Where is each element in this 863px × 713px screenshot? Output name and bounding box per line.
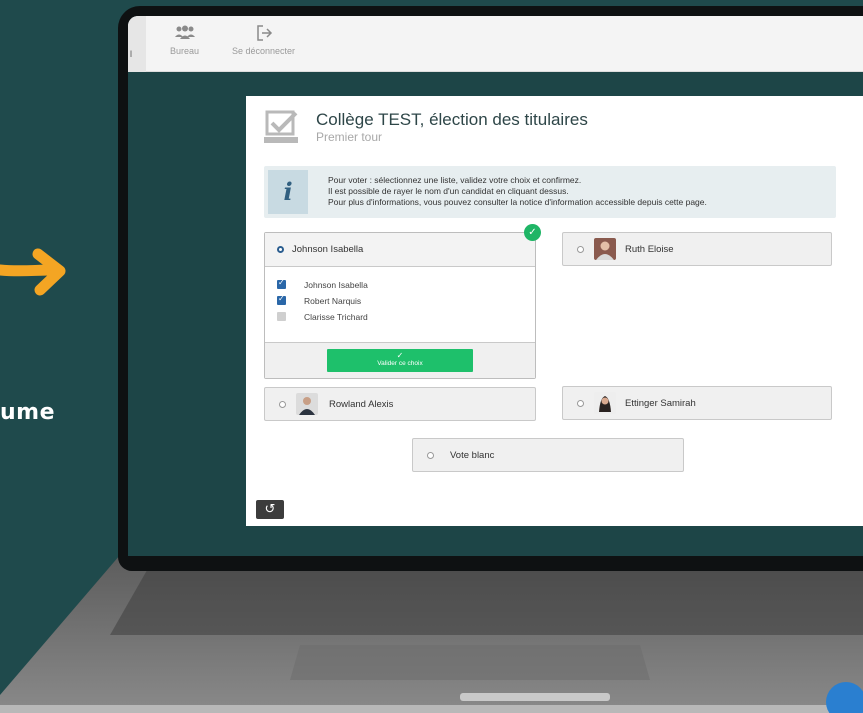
ballot-panel: Collège TEST, élection des titulaires Pr… [246, 96, 863, 526]
list-name: Rowland Alexis [329, 399, 394, 410]
candidate-name: Johnson Isabella [304, 280, 368, 290]
check-icon: ✓ [396, 351, 404, 360]
page-title: Collège TEST, élection des titulaires [316, 110, 588, 129]
arrow-right-icon [0, 248, 66, 296]
selected-check-icon: ✓ [524, 224, 541, 241]
page-subtitle: Premier tour [316, 130, 383, 144]
info-text: Pour voter : sélectionnez une liste, val… [328, 175, 707, 208]
info-line: Pour plus d'informations, vous pouvez co… [328, 197, 707, 207]
ballot-check-icon [264, 110, 298, 143]
blank-vote-label: Vote blanc [450, 450, 495, 461]
list-card-header[interactable]: Johnson Isabella [265, 233, 535, 267]
nav-tab-active[interactable]: l [128, 16, 146, 72]
decorative-circle [826, 682, 863, 713]
laptop-screen: l Bureau Se déconnecter Collège TEST, él… [128, 16, 863, 556]
laptop-keyboard [0, 555, 863, 713]
validate-button[interactable]: ✓ Valider ce choix [327, 349, 473, 372]
info-line: Il est possible de rayer le nom d'un can… [328, 186, 569, 196]
radio-button[interactable] [577, 400, 584, 407]
users-icon [174, 25, 195, 39]
candidate-photo [594, 392, 616, 414]
candidate-photo [296, 393, 318, 415]
info-banner: i Pour voter : sélectionnez une liste, v… [264, 166, 836, 218]
blank-vote-card[interactable]: Vote blanc [412, 438, 684, 472]
list-card[interactable]: Rowland Alexis [264, 387, 536, 421]
list-card[interactable]: Ruth Eloise [562, 232, 832, 266]
nav-tab-active-label: l [130, 49, 132, 59]
candidate-name: Clarisse Trichard [304, 312, 368, 322]
undo-button[interactable]: ↺ [256, 500, 284, 519]
radio-button[interactable] [577, 246, 584, 253]
candidate-checkbox[interactable] [277, 312, 286, 321]
nav-item-label: Bureau [170, 46, 200, 56]
list-card-selected: Johnson Isabella ✓ Johnson Isabella Robe… [264, 224, 541, 379]
candidate-checkbox[interactable] [277, 294, 286, 305]
info-line: Pour voter : sélectionnez une liste, val… [328, 175, 582, 185]
undo-icon: ↺ [264, 502, 276, 517]
radio-button[interactable] [279, 401, 286, 408]
partial-headline-text: ume [0, 400, 56, 425]
radio-selected[interactable] [277, 246, 284, 253]
nav-item-label: Se déconnecter [232, 46, 296, 56]
nav-item-logout[interactable]: Se déconnecter [232, 24, 295, 56]
list-name: Ruth Eloise [625, 244, 674, 255]
nav-item-bureau[interactable]: Bureau [170, 24, 199, 56]
candidate-checkbox[interactable] [277, 278, 286, 289]
list-card-footer: ✓ Valider ce choix [265, 342, 535, 378]
list-name: Ettinger Samirah [625, 398, 696, 409]
list-name: Johnson Isabella [292, 244, 364, 255]
candidate-name: Robert Narquis [304, 296, 362, 306]
radio-button[interactable] [427, 452, 434, 459]
validate-button-label: Valider ce choix [377, 360, 423, 367]
candidate-photo [594, 238, 616, 260]
list-card[interactable]: Ettinger Samirah [562, 386, 832, 420]
logout-icon [256, 25, 272, 41]
info-icon: i [268, 170, 308, 214]
top-nav-bar: l Bureau Se déconnecter [128, 16, 863, 72]
